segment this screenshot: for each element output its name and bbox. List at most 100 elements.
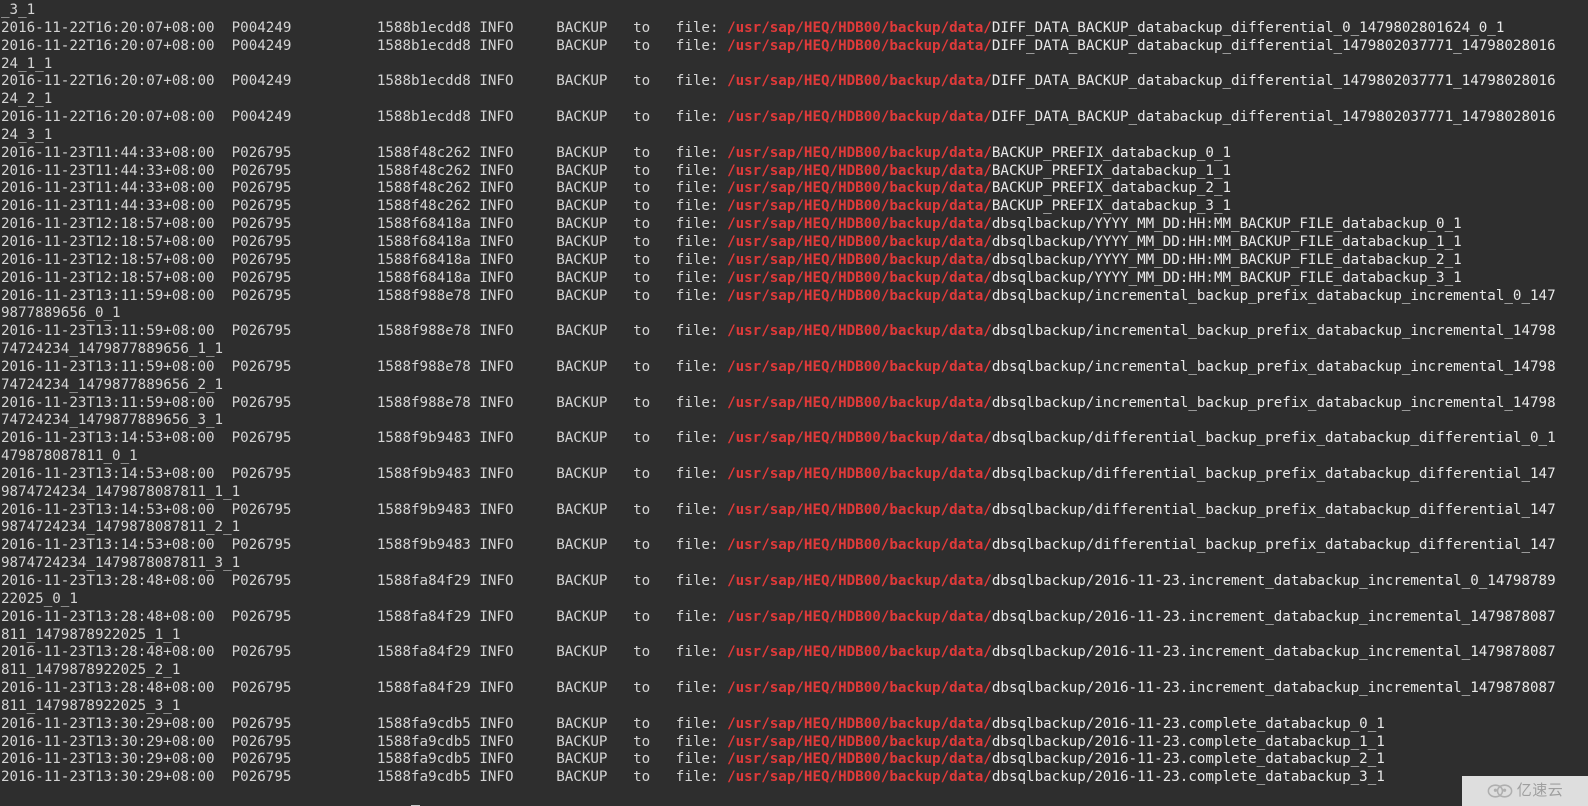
log-component: BACKUP [556,19,634,36]
log-backup-filename: BACKUP_PREFIX_databackup_1_1 [991,162,1232,179]
log-action: to file: [633,394,728,411]
log-timestamp: 2016-11-23T13:28:48+08:00 [1,680,232,697]
log-process-id: P026795 [231,269,377,286]
log-component: BACKUP [556,109,634,126]
log-action: to file: [633,769,728,786]
log-line: 2016-11-23T13:28:48+08:00 P026795 1588fa… [1,644,1588,662]
log-line: 2016-11-23T11:44:33+08:00 P026795 1588f4… [1,198,1588,216]
log-line-continuation: 9874724234_1479878087811_2_1 [1,519,1588,537]
log-component: BACKUP [556,537,634,554]
log-timestamp: 2016-11-23T12:18:57+08:00 [1,216,232,233]
log-line: 2016-11-23T13:28:48+08:00 P026795 1588fa… [1,609,1588,627]
log-line-continuation: 811_1479878922025_2_1 [1,662,1588,680]
log-process-id: P004249 [231,73,377,90]
log-level: INFO [479,358,557,375]
log-backup-filename: dbsqlbackup/incremental_backup_prefix_da… [991,287,1556,304]
log-component: BACKUP [556,269,634,286]
log-continuation-text: 24_2_1 [1,91,53,108]
log-level: INFO [479,251,557,268]
log-line: 2016-11-22T16:20:07+08:00 P004249 1588b1… [1,109,1588,127]
log-line: 2016-11-23T13:11:59+08:00 P026795 1588f9… [1,359,1588,377]
log-thread-id: 1588f48c262 [376,180,480,197]
shell-prompt-line[interactable]: heqadm@ECQ:/usr/sap/HEQ/HDB00/eccqas/tra… [1,787,1588,806]
log-level: INFO [479,180,557,197]
log-level: INFO [479,144,557,161]
log-level: INFO [479,287,557,304]
log-component: BACKUP [556,573,634,589]
log-process-id: P026795 [231,287,377,304]
log-timestamp: 2016-11-23T13:14:53+08:00 [1,465,232,482]
log-backup-directory: /usr/sap/HEQ/HDB00/backup/data/ [727,394,992,411]
log-component: BACKUP [556,198,634,215]
log-line: 2016-11-23T13:11:59+08:00 P026795 1588f9… [1,323,1588,341]
log-process-id: P026795 [231,751,377,768]
log-action: to file: [633,73,728,90]
log-backup-directory: /usr/sap/HEQ/HDB00/backup/data/ [727,73,992,90]
log-level: INFO [479,198,557,215]
log-line: 2016-11-23T13:28:48+08:00 P026795 1588fa… [1,573,1588,591]
log-line: 2016-11-23T13:14:53+08:00 P026795 1588f9… [1,502,1588,520]
log-timestamp: 2016-11-22T16:20:07+08:00 [1,109,232,126]
log-process-id: P026795 [231,180,377,197]
log-backup-directory: /usr/sap/HEQ/HDB00/backup/data/ [727,251,992,268]
log-backup-filename: dbsqlbackup/incremental_backup_prefix_da… [991,323,1556,340]
log-level: INFO [479,465,557,482]
log-continuation-text: 9874724234_1479878087811_3_1 [1,555,241,572]
log-line: 2016-11-23T12:18:57+08:00 P026795 1588f6… [1,234,1588,252]
log-thread-id: 1588f68418a [376,233,480,250]
log-timestamp: 2016-11-22T16:20:07+08:00 [1,73,232,90]
log-line-continuation: 74724234_1479877889656_3_1 [1,412,1588,430]
log-thread-id: 1588fa9cdb5 [376,733,480,750]
log-action: to file: [633,269,728,286]
log-line: 2016-11-23T13:30:29+08:00 P026795 1588fa… [1,751,1588,769]
log-line: 2016-11-23T13:14:53+08:00 P026795 1588f9… [1,537,1588,555]
log-backup-filename: dbsqlbackup/incremental_backup_prefix_da… [991,358,1556,375]
log-thread-id: 1588b1ecdd8 [376,109,480,126]
log-process-id: P004249 [231,19,377,36]
log-action: to file: [633,644,728,661]
log-backup-filename: dbsqlbackup/YYYY_MM_DD:HH:MM_BACKUP_FILE… [991,216,1462,233]
log-level: INFO [479,216,557,233]
log-timestamp: 2016-11-23T11:44:33+08:00 [1,180,232,197]
log-line-continuation: 24_1_1 [1,56,1588,74]
log-thread-id: 1588b1ecdd8 [376,37,480,54]
log-timestamp: 2016-11-23T13:30:29+08:00 [1,733,232,750]
log-thread-id: 1588f9b9483 [376,537,480,554]
log-process-id: P026795 [231,198,377,215]
log-component: BACKUP [556,769,634,786]
log-timestamp: 2016-11-23T12:18:57+08:00 [1,251,232,268]
log-component: BACKUP [556,501,634,518]
log-level: INFO [479,751,557,768]
log-process-id: P026795 [231,394,377,411]
log-timestamp: 2016-11-23T13:14:53+08:00 [1,537,232,554]
log-thread-id: 1588f988e78 [376,287,480,304]
log-level: INFO [479,733,557,750]
log-line-continuation: 24_2_1 [1,91,1588,109]
log-process-id: P026795 [231,608,377,625]
log-line-continuation: 22025_0_1 [1,591,1588,609]
log-component: BACKUP [556,287,634,304]
log-backup-filename: DIFF_DATA_BACKUP_databackup_differential… [991,109,1556,126]
log-backup-filename: dbsqlbackup/YYYY_MM_DD:HH:MM_BACKUP_FILE… [991,251,1462,268]
log-action: to file: [633,608,728,625]
log-backup-directory: /usr/sap/HEQ/HDB00/backup/data/ [727,109,992,126]
log-timestamp: 2016-11-22T16:20:07+08:00 [1,37,232,54]
log-component: BACKUP [556,608,634,625]
log-line: 2016-11-23T12:18:57+08:00 P026795 1588f6… [1,216,1588,234]
log-thread-id: 1588fa9cdb5 [376,769,480,786]
log-line-continuation: 9874724234_1479878087811_1_1 [1,484,1588,502]
log-component: BACKUP [556,680,634,697]
log-thread-id: 1588fa84f29 [376,644,480,661]
log-process-id: P026795 [231,465,377,482]
log-line: 2016-11-23T11:44:33+08:00 P026795 1588f4… [1,180,1588,198]
terminal-window[interactable]: _3_1 2016-11-22T16:20:07+08:00 P004249 15… [0,0,1588,806]
log-backup-directory: /usr/sap/HEQ/HDB00/backup/data/ [727,430,992,447]
log-process-id: P026795 [231,644,377,661]
log-timestamp: 2016-11-23T13:14:53+08:00 [1,501,232,518]
log-line: 2016-11-23T13:14:53+08:00 P026795 1588f9… [1,430,1588,448]
log-line: 2016-11-23T13:28:48+08:00 P026795 1588fa… [1,680,1588,698]
log-timestamp: 2016-11-23T13:14:53+08:00 [1,430,232,447]
log-timestamp: 2016-11-23T11:44:33+08:00 [1,162,232,179]
log-action: to file: [633,465,728,482]
log-process-id: P004249 [231,109,377,126]
